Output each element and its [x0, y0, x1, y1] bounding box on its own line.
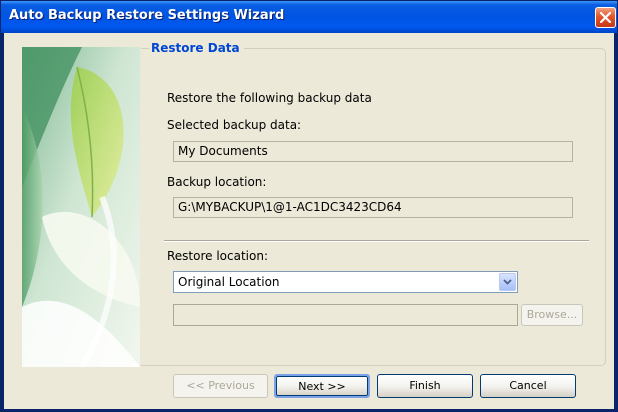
group-title: Restore Data: [149, 41, 244, 55]
cancel-button[interactable]: Cancel: [480, 374, 576, 398]
title-bar[interactable]: Auto Backup Restore Settings Wizard: [1, 1, 617, 33]
dropdown-button[interactable]: [499, 273, 516, 291]
browse-button[interactable]: Browse...: [521, 304, 583, 326]
selected-backup-label: Selected backup data:: [167, 118, 302, 132]
close-icon: [600, 12, 611, 23]
window-title: Auto Backup Restore Settings Wizard: [9, 8, 285, 23]
restore-location-value: Original Location: [178, 275, 280, 289]
backup-location-label: Backup location:: [167, 175, 267, 189]
intro-text: Restore the following backup data: [167, 91, 372, 105]
dialog-body: Restore Data Restore the following backu…: [4, 33, 614, 409]
wizard-side-image: [22, 47, 140, 367]
restore-location-select[interactable]: Original Location: [173, 271, 518, 293]
window-frame-bottom: [1, 409, 617, 411]
wizard-window: Auto Backup Restore Settings Wizard Rest…: [0, 0, 618, 412]
selected-backup-field: My Documents: [173, 141, 573, 162]
restore-location-label: Restore location:: [167, 249, 269, 263]
finish-button[interactable]: Finish: [377, 374, 473, 398]
backup-location-field: G:\MYBACKUP\1@1-AC1DC3423CD64: [173, 197, 573, 218]
close-button[interactable]: [595, 7, 616, 28]
next-button[interactable]: Next >>: [274, 374, 370, 398]
next-button-label: Next >>: [276, 376, 368, 396]
chevron-down-icon: [503, 279, 512, 285]
custom-path-input[interactable]: [173, 304, 518, 326]
previous-button[interactable]: << Previous: [173, 374, 268, 398]
section-divider: [164, 240, 589, 242]
